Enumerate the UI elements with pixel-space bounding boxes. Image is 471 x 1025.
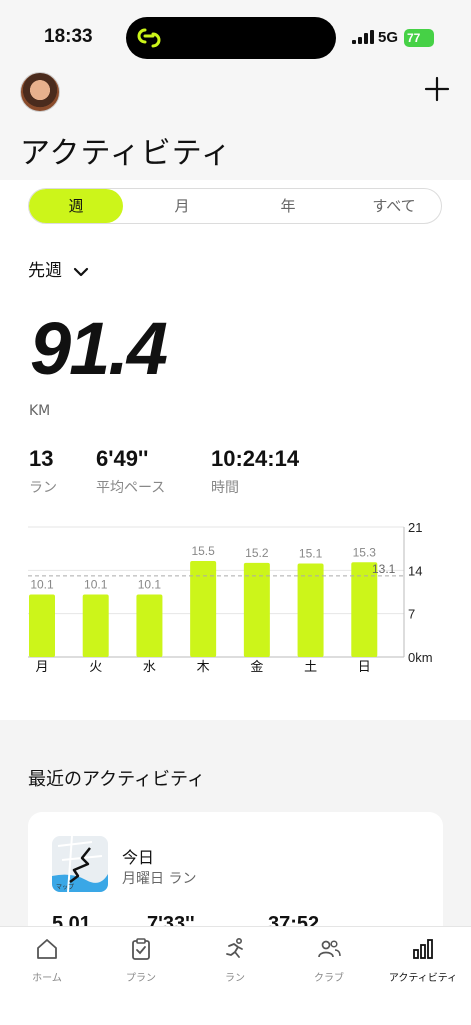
time-value: 10:24:14	[211, 446, 300, 471]
y-tick-label: 0km	[408, 650, 433, 665]
bar-value-label: 10.1	[138, 577, 162, 591]
tab-run[interactable]: ラン	[188, 927, 282, 997]
runs-label: ラン	[29, 480, 57, 496]
x-category-label: 月	[35, 660, 48, 675]
dynamic-island	[126, 17, 336, 59]
battery-icon: 77	[404, 29, 434, 47]
tab-home[interactable]: ホーム	[0, 927, 94, 997]
tab-activity-label: アクティビティ	[388, 973, 458, 984]
x-category-label: 金	[250, 659, 263, 675]
bar-value-label: 15.5	[191, 544, 215, 558]
status-bar: 18:33 5G 77	[0, 0, 471, 72]
clipboard-check-icon	[132, 938, 150, 960]
y-tick-label: 14	[408, 563, 422, 578]
tab-activity[interactable]: アクティビティ	[376, 927, 470, 997]
tab-club[interactable]: クラブ	[282, 927, 376, 997]
segment-month[interactable]: 月	[135, 189, 229, 223]
route-map-thumbnail: マップ	[52, 836, 108, 892]
cellular-signal-icon	[352, 30, 374, 44]
bar-value-label: 10.1	[30, 577, 54, 591]
chart-bar	[297, 563, 324, 657]
bottom-tab-bar: ホーム プラン ラン クラブ アクティビティ	[0, 926, 471, 1025]
bar-value-label: 10.1	[84, 577, 108, 591]
people-icon	[318, 940, 341, 958]
period-segmented-control: 週 月 年 すべて	[28, 188, 442, 224]
bar-value-label: 15.2	[245, 546, 269, 560]
runs-value: 13	[29, 446, 54, 471]
recent-activities-title: 最近のアクティビティ	[28, 769, 205, 789]
tab-plan-label: プラン	[126, 973, 156, 984]
page-title: アクティビティ	[20, 137, 232, 170]
bar-value-label: 15.3	[353, 545, 377, 559]
runner-icon	[226, 937, 243, 958]
average-label: 13.1	[372, 562, 396, 576]
period-dropdown[interactable]: 先週	[28, 256, 89, 281]
total-distance: 91.4	[30, 307, 168, 390]
bar-chart-icon	[413, 939, 433, 959]
app-activity-icon	[137, 28, 161, 48]
tab-plan[interactable]: プラン	[94, 927, 188, 997]
segment-all[interactable]: すべて	[347, 189, 441, 223]
weekly-distance-chart: 21 14 7 0km 10.1 月 10.1 火 10.1 水 15.5 木 15.2 金 15.1 土 15…	[28, 520, 433, 675]
y-tick-label: 7	[408, 607, 415, 622]
pace-value: 6'49''	[96, 446, 149, 471]
activity-date: 今日	[122, 850, 155, 867]
bar-value-label: 15.1	[299, 547, 323, 561]
chart-bar	[29, 594, 55, 657]
y-tick-label: 21	[408, 520, 422, 535]
tab-club-label: クラブ	[314, 973, 344, 984]
segment-year[interactable]: 年	[241, 189, 335, 223]
x-category-label: 日	[358, 660, 371, 675]
profile-avatar[interactable]	[20, 72, 60, 112]
period-label: 先週	[28, 261, 62, 280]
segment-week[interactable]: 週	[29, 189, 123, 223]
x-category-label: 水	[143, 660, 156, 675]
home-icon	[37, 939, 57, 959]
tab-run-label: ラン	[225, 973, 245, 984]
map-label: マップ	[56, 884, 74, 891]
distance-unit: KM	[29, 403, 51, 419]
time-label: 時間	[211, 480, 239, 496]
tab-home-label: ホーム	[32, 973, 62, 984]
x-category-label: 木	[197, 660, 210, 675]
chart-bar	[136, 594, 163, 657]
status-time: 18:33	[44, 26, 93, 47]
pace-label: 平均ペース	[96, 480, 166, 496]
battery-level: 77	[407, 31, 421, 45]
network-type: 5G	[378, 29, 399, 46]
plus-icon[interactable]	[424, 76, 450, 102]
x-category-label: 火	[89, 660, 102, 675]
chart-bar	[82, 594, 109, 657]
activity-subtitle: 月曜日 ラン	[122, 871, 197, 887]
chevron-down-icon	[73, 267, 88, 276]
chart-bar	[243, 562, 270, 657]
chart-bar	[351, 562, 378, 657]
x-category-label: 土	[304, 660, 317, 675]
